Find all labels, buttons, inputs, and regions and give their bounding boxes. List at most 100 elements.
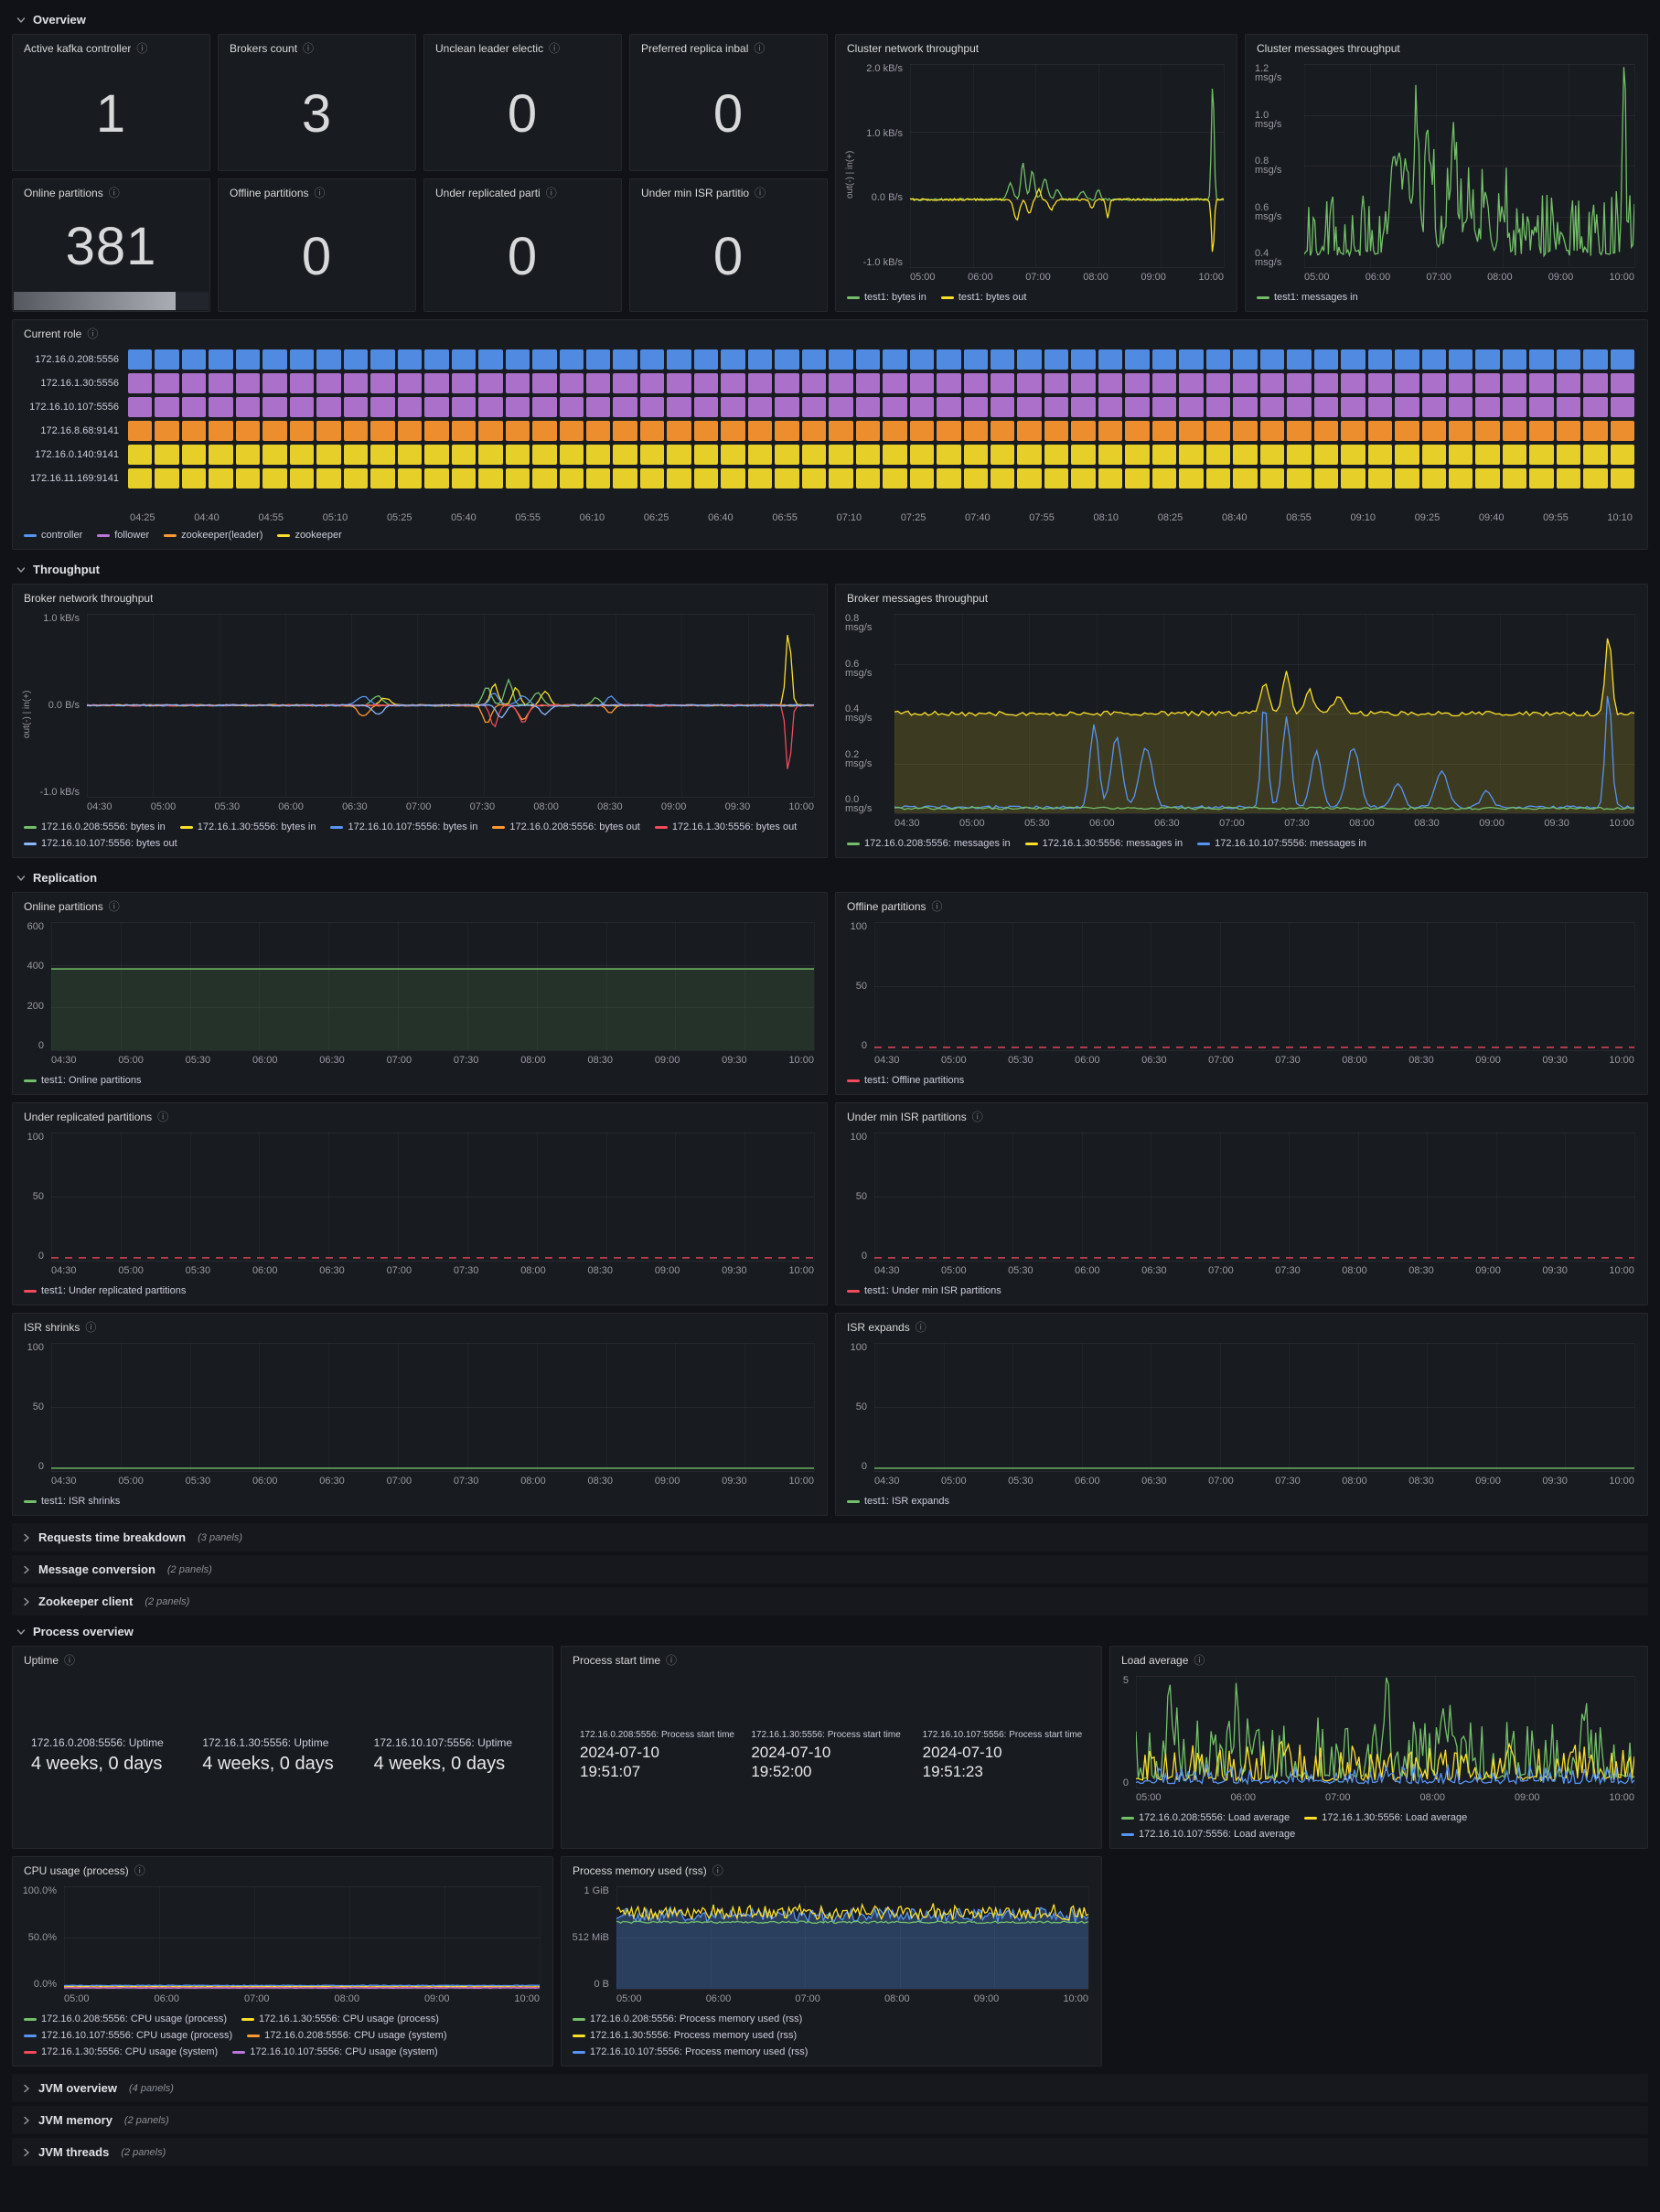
legend-item[interactable]: test1: bytes in [847,291,926,304]
state-cell[interactable] [721,468,744,489]
state-cell[interactable] [829,349,852,370]
state-cell[interactable] [1341,373,1365,393]
state-cell[interactable] [640,421,664,441]
state-cell[interactable] [694,349,718,370]
state-cell[interactable] [1125,421,1149,441]
panel-header[interactable]: Cluster messages throughput [1246,35,1647,57]
plot-area[interactable] [51,1133,814,1261]
state-cell[interactable] [1233,373,1257,393]
section-header-process-overview[interactable]: Process overview [12,1619,1648,1644]
state-cell[interactable] [991,421,1014,441]
state-cell[interactable] [1395,373,1419,393]
state-cell[interactable] [667,445,691,465]
state-cell[interactable] [802,397,826,417]
state-cell[interactable] [316,421,340,441]
state-cell[interactable] [128,349,152,370]
state-cell[interactable] [1395,445,1419,465]
state-cell[interactable] [182,468,206,489]
legend-item[interactable]: 172.16.0.208:5556: messages in [847,837,1011,850]
state-cell[interactable] [316,349,340,370]
state-cell[interactable] [1125,373,1149,393]
state-cell[interactable] [1503,445,1526,465]
state-cell[interactable] [1071,373,1095,393]
state-cell[interactable] [262,397,286,417]
state-cell[interactable] [775,373,798,393]
state-cell[interactable] [640,349,664,370]
state-cell[interactable] [1395,349,1419,370]
state-cell[interactable] [775,445,798,465]
info-icon[interactable]: ⓘ [1194,1655,1205,1666]
state-cell[interactable] [1098,445,1122,465]
state-cell[interactable] [370,373,394,393]
state-cell[interactable] [344,445,368,465]
state-cell[interactable] [1179,445,1203,465]
state-cell[interactable] [236,349,260,370]
legend-item[interactable]: 172.16.1.30:5556: Process memory used (r… [573,2029,797,2042]
legend-item[interactable]: controller [24,529,82,542]
state-cell[interactable] [506,421,530,441]
legend-item[interactable]: test1: bytes out [941,291,1027,304]
state-cell[interactable] [1152,421,1176,441]
state-cell[interactable] [1449,397,1473,417]
state-cell[interactable] [1260,468,1284,489]
state-cell[interactable] [721,373,744,393]
legend-item[interactable]: 172.16.1.30:5556: Load average [1304,1811,1467,1824]
state-cell[interactable] [937,373,960,393]
state-cell[interactable] [1260,373,1284,393]
state-cell[interactable] [506,397,530,417]
info-icon[interactable]: ⓘ [85,1322,96,1333]
state-cell[interactable] [1449,421,1473,441]
state-cell[interactable] [883,397,906,417]
section-header-jvm-threads[interactable]: JVM threads (2 panels) [12,2138,1648,2166]
state-cell[interactable] [478,349,502,370]
state-cell[interactable] [1529,468,1553,489]
state-cell[interactable] [1044,349,1068,370]
state-cell[interactable] [1449,373,1473,393]
state-cell[interactable] [1422,373,1446,393]
state-cell[interactable] [344,373,368,393]
state-cell[interactable] [1125,349,1149,370]
state-cell[interactable] [424,349,448,370]
state-cell[interactable] [640,445,664,465]
state-cell[interactable] [1395,397,1419,417]
state-cell[interactable] [478,397,502,417]
state-cell[interactable] [506,349,530,370]
state-cell[interactable] [1179,397,1203,417]
state-cell[interactable] [1395,468,1419,489]
state-cell[interactable] [586,373,610,393]
panel-header[interactable]: Under min ISR partitio ⓘ [630,179,827,201]
panel-header[interactable]: Broker network throughput [13,585,827,607]
legend-item[interactable]: 172.16.1.30:5556: bytes in [180,821,316,833]
panel-header[interactable]: ISR expandsⓘ [836,1314,1647,1336]
panel-header[interactable]: Uptime ⓘ [13,1647,552,1669]
state-cell[interactable] [1449,349,1473,370]
state-cell[interactable] [829,468,852,489]
state-cell[interactable] [694,445,718,465]
state-cell[interactable] [586,468,610,489]
state-cell[interactable] [209,421,232,441]
state-cell[interactable] [398,397,422,417]
state-cell[interactable] [344,349,368,370]
legend-item[interactable]: 172.16.1.30:5556: messages in [1025,837,1183,850]
state-cell[interactable] [1368,468,1392,489]
state-cell[interactable] [829,373,852,393]
state-cell[interactable] [236,397,260,417]
plot-area[interactable] [64,1886,540,1989]
state-cell[interactable] [937,468,960,489]
legend-item[interactable]: 172.16.0.208:5556: bytes out [492,821,640,833]
state-cell[interactable] [506,445,530,465]
state-cell[interactable] [775,468,798,489]
legend-item[interactable]: test1: Online partitions [24,1074,141,1087]
state-cell[interactable] [209,445,232,465]
state-cell[interactable] [1233,397,1257,417]
state-cell[interactable] [506,373,530,393]
legend-item[interactable]: test1: Under min ISR partitions [847,1284,1001,1297]
state-cell[interactable] [1449,445,1473,465]
state-cell[interactable] [236,445,260,465]
legend-item[interactable]: 172.16.10.107:5556: messages in [1197,837,1366,850]
state-cell[interactable] [1611,421,1634,441]
legend-item[interactable]: 172.16.10.107:5556: bytes in [330,821,477,833]
info-icon[interactable]: ⓘ [134,1865,145,1876]
state-cell[interactable] [1287,468,1311,489]
legend-item[interactable]: 172.16.10.107:5556: CPU usage (system) [232,2046,437,2058]
